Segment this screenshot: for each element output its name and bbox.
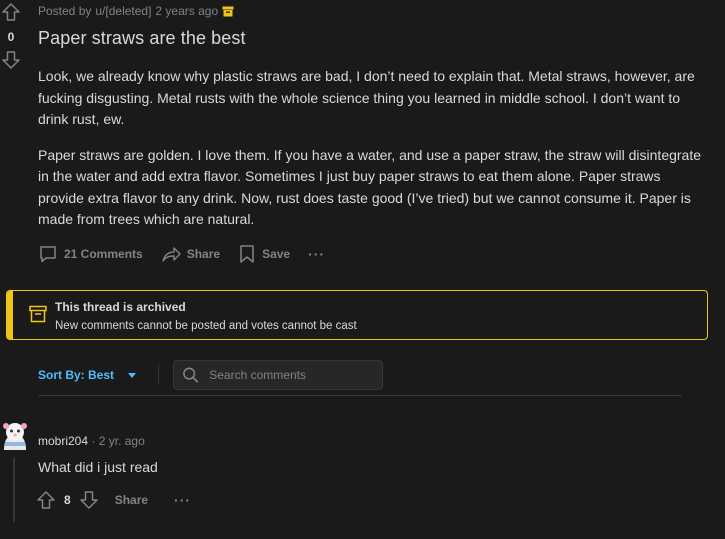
comments-count: 21 Comments (64, 247, 143, 261)
toolbar-divider (158, 365, 160, 385)
comment-score: 8 (64, 493, 71, 507)
bookmark-icon (240, 245, 254, 263)
comment-search-input[interactable] (207, 367, 375, 383)
comment-text: What did i just read (38, 459, 158, 475)
archived-banner: This thread is archived New comments can… (6, 290, 708, 340)
comment-search-box[interactable] (173, 360, 384, 390)
archived-subtitle: New comments cannot be posted and votes … (55, 320, 357, 332)
post-score: 0 (7, 30, 15, 44)
save-button[interactable]: Save (238, 244, 290, 264)
comment-thread-line[interactable] (13, 458, 15, 522)
post-actions: 21 Comments Share Save ··· (38, 244, 325, 264)
post-author[interactable]: u/[deleted] (95, 4, 151, 18)
comment-author[interactable]: mobri204 (38, 434, 88, 448)
comment-meta: mobri204 · 2 yr. ago (38, 434, 145, 448)
archive-box-icon (29, 305, 47, 323)
post-vote-column: 0 (0, 0, 22, 70)
sort-label: Sort By: Best (38, 368, 115, 382)
share-icon (162, 247, 181, 262)
post-meta: Posted by u/[deleted] 2 years ago (38, 4, 234, 18)
post-meta-prefix: Posted by (38, 4, 92, 18)
upvote-icon[interactable] (36, 490, 56, 510)
post-body: Look, we already know why plastic straws… (38, 66, 710, 245)
upvote-icon[interactable] (1, 2, 21, 22)
share-label: Share (186, 247, 221, 261)
archived-icon (222, 6, 234, 16)
share-button[interactable]: Share (161, 244, 220, 264)
search-icon (183, 367, 199, 383)
post-title[interactable]: Paper straws are the best (38, 28, 246, 49)
comment-icon (40, 246, 56, 263)
comment-share-button[interactable]: Share (115, 493, 148, 507)
post-age[interactable]: 2 years ago (155, 4, 218, 18)
comments-toolbar: Sort By: Best (38, 360, 384, 390)
downvote-icon[interactable] (1, 50, 21, 70)
comments-button[interactable]: 21 Comments (38, 244, 143, 264)
post-more-button[interactable]: ··· (308, 246, 325, 262)
comment-age[interactable]: 2 yr. ago (99, 434, 145, 448)
comments-divider (38, 395, 682, 396)
avatar[interactable] (0, 420, 30, 454)
save-label: Save (262, 247, 291, 261)
caret-down-icon (128, 372, 137, 378)
sort-dropdown[interactable]: Sort By: Best (38, 368, 137, 382)
downvote-icon[interactable] (79, 490, 99, 510)
archived-accent-bar (7, 291, 13, 339)
comment-dot: · (91, 434, 96, 448)
post-paragraph: Paper straws are golden. I love them. If… (38, 146, 702, 228)
comment-actions: 8 Share ··· (36, 490, 191, 510)
archived-title: This thread is archived (55, 300, 186, 314)
comment-more-button[interactable]: ··· (174, 492, 191, 508)
post-paragraph: Look, we already know why plastic straws… (38, 68, 695, 127)
